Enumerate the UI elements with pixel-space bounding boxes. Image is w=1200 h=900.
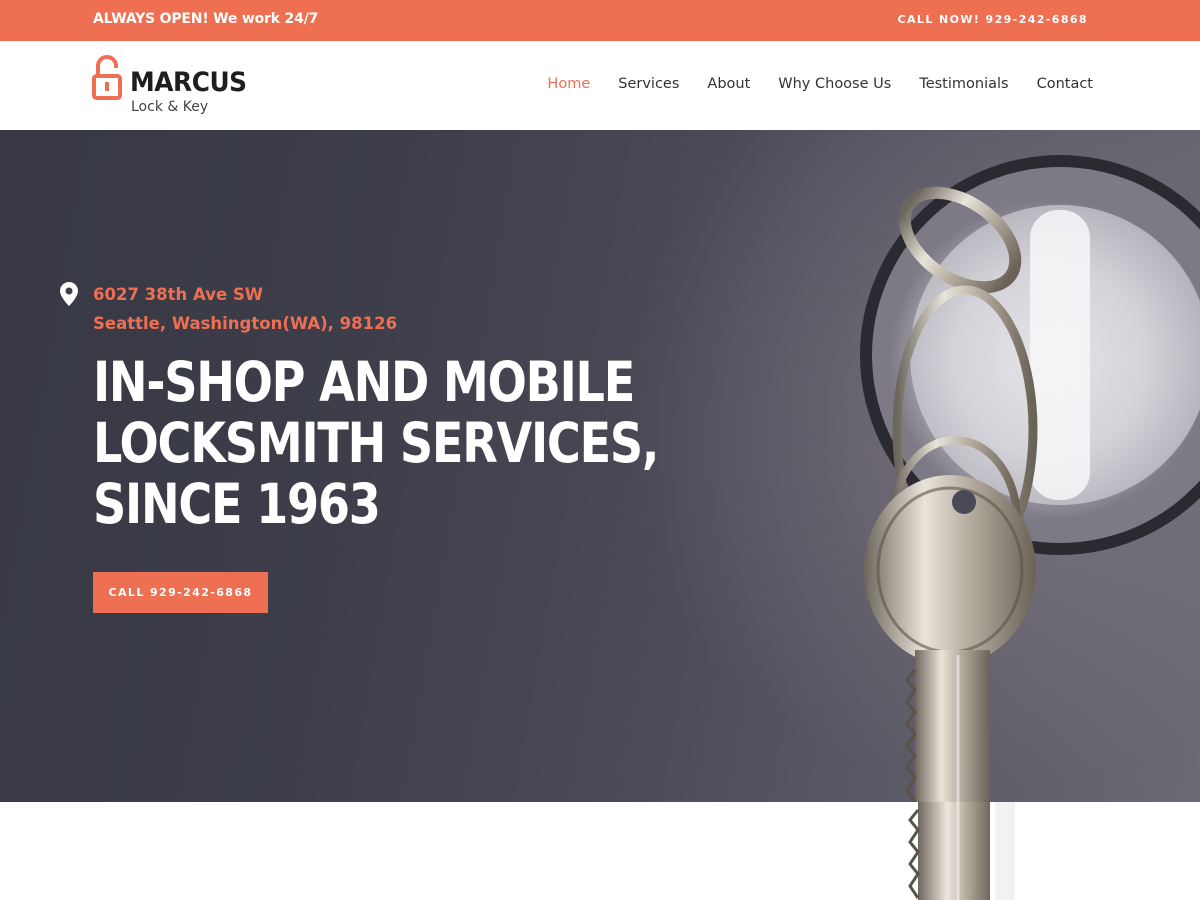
map-pin-icon bbox=[60, 282, 78, 306]
address-line-2: Seattle, Washington(WA), 98126 bbox=[93, 314, 398, 333]
top-announcement-bar: ALWAYS OPEN! We work 24/7 CALL NOW! 929-… bbox=[0, 0, 1200, 41]
nav-testimonials[interactable]: Testimonials bbox=[919, 76, 1008, 92]
nav-services[interactable]: Services bbox=[618, 76, 679, 92]
always-open-text: ALWAYS OPEN! We work 24/7 bbox=[93, 11, 319, 27]
padlock-icon bbox=[92, 55, 122, 100]
main-nav: Home Services About Why Choose Us Testim… bbox=[519, 76, 1093, 92]
site-header: MARCUS Lock & Key Home Services About Wh… bbox=[0, 41, 1200, 130]
hero-section: 6027 38th Ave SW Seattle, Washington(WA)… bbox=[0, 130, 1200, 802]
nav-why-choose-us[interactable]: Why Choose Us bbox=[778, 76, 891, 92]
nav-home[interactable]: Home bbox=[547, 76, 590, 92]
hero-headline: IN-SHOP AND MOBILE LOCKSMITH SERVICES, S… bbox=[93, 350, 659, 536]
address-line-1: 6027 38th Ave SW bbox=[93, 285, 263, 304]
content-below-hero bbox=[0, 802, 1200, 900]
nav-about[interactable]: About bbox=[707, 76, 750, 92]
logo[interactable]: MARCUS Lock & Key bbox=[92, 55, 247, 117]
call-button[interactable]: CALL 929-242-6868 bbox=[93, 572, 268, 613]
logo-tagline: Lock & Key bbox=[131, 99, 209, 115]
call-now-link[interactable]: CALL NOW! 929-242-6868 bbox=[898, 13, 1088, 26]
nav-contact[interactable]: Contact bbox=[1037, 76, 1093, 92]
logo-name: MARCUS bbox=[130, 67, 247, 98]
headline-line-1: IN-SHOP AND MOBILE bbox=[93, 350, 635, 414]
headline-line-2: LOCKSMITH SERVICES, bbox=[93, 411, 659, 475]
headline-line-3: SINCE 1963 bbox=[93, 472, 381, 536]
